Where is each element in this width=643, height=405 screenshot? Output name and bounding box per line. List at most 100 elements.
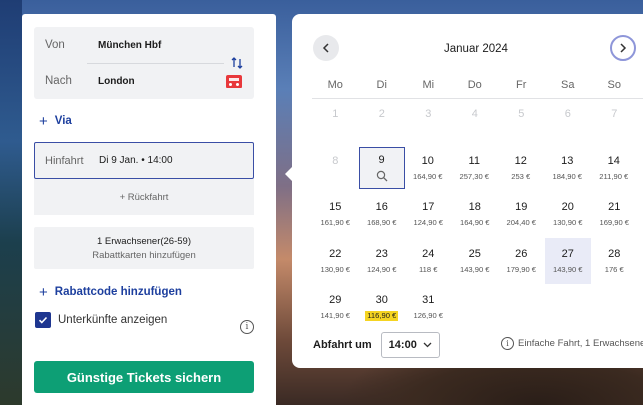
weekday-label: Di: [376, 79, 387, 91]
weekday-label: Fr: [516, 79, 527, 91]
calendar-day-cheapest[interactable]: 30 116,90 €: [359, 284, 406, 331]
calendar-day[interactable]: 14 211,90 €: [591, 145, 638, 192]
calendar-day[interactable]: 11 257,30 €: [451, 145, 498, 192]
calendar-popup: Januar 2024 Mo Di Mi Do Fr Sa So 1 2 3 4…: [285, 14, 643, 368]
swap-vertical-icon[interactable]: [229, 55, 245, 71]
day-price: 124,90 €: [413, 218, 444, 227]
route-box: Von München Hbf Nach London: [34, 27, 254, 99]
day-price: 257,30 €: [459, 171, 490, 181]
departure-time-select[interactable]: 14:00: [380, 332, 440, 358]
calendar-day[interactable]: 24 118 €: [405, 238, 452, 285]
outbound-label: Hinfahrt: [45, 154, 84, 167]
train-icon: [226, 75, 242, 88]
accommodation-checkbox[interactable]: [35, 312, 51, 328]
from-value: München Hbf: [98, 39, 162, 51]
calendar-day[interactable]: 17 124,90 €: [405, 191, 452, 238]
day-price: 253 €: [511, 171, 531, 181]
from-field[interactable]: Von München Hbf: [34, 27, 254, 63]
weekday-label: Sa: [561, 79, 575, 91]
calendar-day[interactable]: 28 176 €: [591, 238, 638, 285]
calendar-day[interactable]: 26 179,90 €: [498, 238, 545, 285]
discount-cards-link[interactable]: Rabattkarten hinzufügen: [92, 250, 196, 261]
info-icon[interactable]: i: [501, 337, 514, 350]
calendar-day[interactable]: 13 184,90 €: [544, 145, 591, 192]
via-label: Via: [54, 115, 72, 127]
departure-time-value: 14:00: [388, 339, 417, 351]
search-icon: [376, 170, 388, 182]
day-price: 118 €: [419, 264, 438, 274]
calendar-day[interactable]: 18 164,90 €: [452, 191, 499, 238]
check-icon: [38, 316, 48, 324]
from-label: Von: [45, 39, 65, 51]
weekday-label: Mi: [422, 79, 435, 91]
day-price: 143,90 €: [552, 264, 583, 274]
calendar-day[interactable]: 12 253 €: [498, 145, 545, 192]
calendar-week: 29 141,90 € 30 116,90 € 31 126,90 €: [312, 284, 643, 331]
calendar-day[interactable]: 20 130,90 €: [545, 191, 592, 238]
outbound-value: Di 9 Jan. • 14:00: [99, 155, 173, 166]
calendar-week: 8 9 10 164,90 € 11 257,30 € 12 253 € 13 184,…: [312, 145, 643, 192]
departure-label: Abfahrt um: [313, 339, 372, 351]
calendar-day-past: 2: [378, 108, 385, 120]
plus-icon: +: [39, 112, 48, 130]
day-price: 164,90 €: [459, 218, 490, 227]
calendar-day[interactable]: 10 164,90 €: [405, 145, 452, 192]
promo-label: Rabattcode hinzufügen: [54, 286, 182, 298]
calendar-day-past: 1: [332, 108, 339, 120]
accommodation-checkbox-row: Unterkünfte anzeigen: [34, 311, 264, 329]
add-via-link[interactable]: + Via: [34, 111, 264, 131]
add-promo-code-link[interactable]: + Rabattcode hinzufügen: [34, 282, 264, 302]
calendar-day[interactable]: 31 126,90 €: [405, 284, 452, 331]
to-field[interactable]: Nach London: [34, 63, 254, 99]
weekday-label: So: [607, 79, 621, 91]
calendar-day-past: 6: [564, 108, 571, 120]
calendar-day[interactable]: 19 204,40 €: [498, 191, 545, 238]
calendar-week: 22 130,90 € 23 124,90 € 24 118 € 25 143,90 €…: [312, 237, 643, 285]
next-month-button[interactable]: [610, 35, 636, 61]
calendar-day-past: 8: [332, 154, 339, 167]
calendar-grid: 1 2 3 4 5 6 7 8 9 10 164,90 € 11 257,30 € …: [312, 98, 643, 331]
to-value: London: [98, 75, 135, 87]
calendar-day[interactable]: 21 169,90 €: [591, 191, 638, 238]
to-label: Nach: [45, 75, 72, 87]
outbound-date-field[interactable]: Hinfahrt Di 9 Jan. • 14:00: [34, 142, 254, 179]
day-price-cheapest: 116,90 €: [365, 311, 399, 321]
chevron-down-icon: [423, 342, 432, 348]
weekday-label: Do: [467, 79, 482, 91]
calendar-day-past: 3: [425, 108, 432, 120]
month-title: Januar 2024: [444, 43, 508, 55]
chevron-right-icon: [620, 43, 627, 53]
calendar-day[interactable]: 29 141,90 €: [312, 284, 359, 331]
day-price: 204,40 €: [506, 218, 537, 227]
calendar-day[interactable]: 25 143,90 €: [452, 238, 499, 285]
calendar-week: 1 2 3 4 5 6 7: [312, 98, 643, 145]
fare-info: i Einfache Fahrt, 1 Erwachsener: [501, 337, 643, 350]
calendar-day-hovered[interactable]: 27 143,90 €: [544, 237, 591, 284]
day-price: 143,90 €: [459, 264, 490, 274]
get-tickets-button[interactable]: Günstige Tickets sichern: [34, 361, 254, 393]
add-return-button[interactable]: + Rückfahrt: [34, 179, 254, 215]
day-price: 168,90 €: [366, 218, 397, 227]
search-form-panel: Von München Hbf Nach London + Via Hinfah…: [22, 14, 276, 405]
day-price: 130,90 €: [552, 218, 583, 227]
accommodation-label: Unterkünfte anzeigen: [58, 314, 168, 326]
plus-icon: +: [39, 283, 48, 301]
calendar-day[interactable]: 23 124,90 €: [359, 238, 406, 285]
day-price: 176 €: [604, 264, 624, 274]
day-price: 161,90 €: [320, 218, 351, 227]
calendar-day-selected[interactable]: 9: [358, 146, 405, 189]
passengers-value: 1 Erwachsener(26-59): [97, 235, 191, 247]
day-price: 169,90 €: [599, 218, 630, 227]
info-icon[interactable]: i: [240, 320, 254, 334]
background-photo-strip: [0, 0, 22, 405]
calendar-day[interactable]: 15 161,90 €: [312, 191, 359, 238]
day-price: 211,90 €: [599, 171, 629, 181]
calendar-week: 15 161,90 € 16 168,90 € 17 124,90 € 18 164,9…: [312, 191, 643, 238]
day-price: 130,90 €: [320, 264, 351, 274]
calendar-day[interactable]: 16 168,90 €: [359, 191, 406, 238]
day-price: 179,90 €: [506, 264, 537, 274]
calendar-day-past: 5: [518, 108, 525, 120]
passengers-field[interactable]: 1 Erwachsener(26-59) Rabattkarten hinzuf…: [34, 227, 254, 269]
calendar-day[interactable]: 22 130,90 €: [312, 238, 359, 285]
calendar-day-past: 7: [611, 108, 618, 120]
